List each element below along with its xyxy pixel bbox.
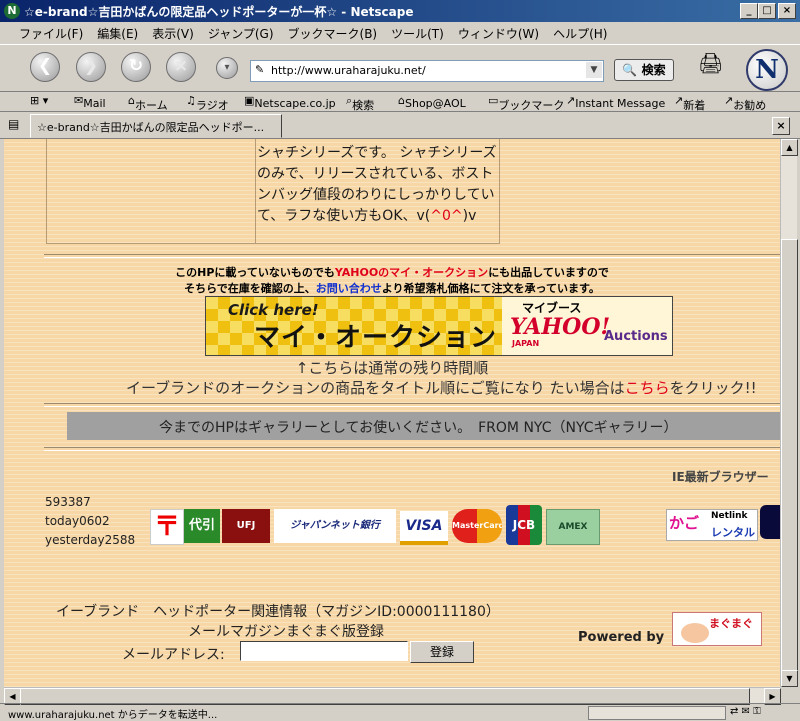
bookmark-recommend[interactable]: ↗ お勧め: [724, 94, 766, 112]
menu-bookmarks[interactable]: ブックマーク(B): [281, 22, 385, 42]
close-tab-button[interactable]: ×: [772, 117, 790, 135]
magazine-subtitle: メールマガジンまぐまぐ版登録: [188, 624, 384, 640]
bookmark-radio[interactable]: ♫ ラジオ: [186, 94, 229, 112]
yahoo-auctions-logo: マイブース YAHOO! JAPAN Auctions: [502, 297, 672, 355]
bookmark-shop[interactable]: ⌂ Shop@AOL: [398, 94, 466, 110]
counter-yesterday: yesterday2588: [45, 533, 136, 547]
japannet-bank-logo: ジャパンネット銀行: [274, 509, 396, 543]
cod-logo: 代引: [184, 509, 220, 543]
visa-logo: VISA: [400, 511, 448, 545]
counter-today: today0602: [45, 514, 110, 528]
divider: [44, 254, 780, 258]
status-text: www.uraharajuku.net からデータを転送中...: [8, 710, 218, 721]
scroll-up-icon[interactable]: ▲: [781, 139, 798, 156]
vertical-scroll-thumb[interactable]: [781, 239, 798, 681]
sidebar-icon[interactable]: ▤: [8, 117, 19, 131]
url-dropdown-icon[interactable]: ▾: [216, 57, 238, 79]
mag2-mascot-icon: [681, 623, 709, 643]
title-order-link[interactable]: こちら: [625, 379, 670, 397]
back-button[interactable]: ❮: [30, 52, 60, 82]
bookmark-search[interactable]: ⌕ 検索: [346, 94, 374, 112]
menu-help[interactable]: ヘルプ(H): [546, 22, 614, 42]
bookmark-mail[interactable]: ✉ Mail: [74, 94, 106, 110]
url-value: http://www.uraharajuku.net/: [271, 64, 426, 77]
forward-button[interactable]: ❯: [76, 52, 106, 82]
connection-icon: ⇄ ✉ ⚿: [730, 706, 761, 717]
menu-tools[interactable]: ツール(T): [384, 22, 451, 42]
tab-current[interactable]: ☆e-brand☆吉田かばんの限定品ヘッドポー...: [30, 114, 282, 138]
postal-logo: 〒: [150, 509, 184, 545]
menu-go[interactable]: ジャンプ(G): [201, 22, 281, 42]
netscape-logo[interactable]: N: [746, 49, 788, 91]
gallery-bar[interactable]: 今までのHPはギャラリーとしてお使いください。 FROM NYC（NYCギャラリ…: [67, 412, 780, 440]
scroll-down-icon[interactable]: ▼: [781, 670, 798, 687]
contact-link[interactable]: お問い合わせ: [316, 282, 382, 295]
mastercard-logo: MasterCard: [452, 509, 502, 543]
horizontal-scrollbar[interactable]: ◀ ▶: [4, 687, 781, 705]
my-auction-banner[interactable]: Click here! マイ・オークション マイブース YAHOO! JAPAN…: [205, 296, 673, 356]
email-label: メールアドレス:: [122, 647, 225, 663]
menu-file[interactable]: ファイル(F): [12, 22, 90, 42]
tab-bar: ▤ ☆e-brand☆吉田かばんの限定品ヘッドポー... ×: [0, 112, 800, 139]
menu-edit[interactable]: 編集(E): [90, 22, 145, 42]
remaining-time-note: ↑こちらは通常の残り時間順: [295, 359, 489, 377]
bookmark-im[interactable]: ↗ Instant Message: [566, 94, 665, 110]
menu-bar: ファイル(F) 編集(E) 表示(V) ジャンプ(G) ブックマーク(B) ツール(T) ウ…: [0, 22, 800, 42]
powered-by: Powered by: [578, 630, 665, 645]
counter-total: 593387: [45, 495, 91, 509]
print-icon[interactable]: 🖨: [698, 51, 724, 77]
search-icon: 🔍: [622, 63, 638, 77]
ie-globe-icon[interactable]: [760, 505, 780, 539]
yahoo-auction-link[interactable]: YAHOOのマイ・オークション: [335, 266, 488, 279]
maximize-button[interactable]: □: [758, 3, 776, 19]
product-description: シャチシリーズです。 シャチシリーズのみで、リリースされている、ボストンバッグ値…: [257, 145, 497, 224]
netlink-rental-logo[interactable]: かご Netlink レンタル: [666, 509, 758, 541]
title-order-note: イーブランドのオークションの商品をタイトル順にご覧になり たい場合はこちらをクリ…: [126, 379, 757, 397]
stop-button[interactable]: ×: [166, 52, 196, 82]
divider: [44, 447, 780, 451]
web-content: シャチシリーズです。 シャチシリーズのみで、リリースされている、ボストンバッグ値…: [4, 139, 780, 687]
close-button[interactable]: ×: [778, 3, 796, 19]
auction-notice-2: そちらで在庫を確認の上、お問い合わせより希望落札価格にて注文を承っています。: [184, 282, 600, 295]
bookmark-netscape[interactable]: ▣ Netscape.co.jp: [244, 94, 336, 110]
progress-bar: [588, 706, 726, 720]
jcb-logo: JCB: [506, 505, 542, 545]
ufj-card-logo: UFJ Card: [222, 509, 270, 543]
amex-logo: AMEX: [546, 509, 600, 545]
window-title: ☆e-brand☆吉田かばんの限定品ヘッドポーターが一杯☆ - Netscape: [24, 5, 414, 19]
netscape-icon: N: [4, 3, 20, 19]
status-bar: www.uraharajuku.net からデータを転送中... ⇄ ✉ ⚿: [0, 703, 800, 721]
email-input[interactable]: [240, 641, 408, 661]
bookmark-new[interactable]: ↗ 新着: [674, 94, 705, 112]
register-button[interactable]: 登録: [410, 641, 474, 663]
title-bar: N ☆e-brand☆吉田かばんの限定品ヘッドポーターが一杯☆ - Netsca…: [0, 0, 800, 22]
mag2-logo[interactable]: まぐまぐ: [672, 612, 762, 646]
navigation-toolbar: ❮ ❯ ↻ × ▾ ✎ http://www.uraharajuku.net/ …: [0, 44, 800, 92]
tab-label: ☆e-brand☆吉田かばんの限定品ヘッドポー...: [37, 121, 265, 134]
tab-toggle-icon[interactable]: ⊞ ▾: [30, 94, 48, 107]
url-bar[interactable]: ✎ http://www.uraharajuku.net/ ▼: [250, 60, 604, 82]
url-history-icon[interactable]: ▼: [586, 62, 602, 78]
personal-toolbar: ⊞ ▾ ✉ Mail ⌂ ホーム ♫ ラジオ ▣ Netscape.co.jp …: [0, 91, 800, 112]
vertical-scrollbar[interactable]: ▲ ▼: [780, 139, 798, 687]
search-button[interactable]: 🔍 検索: [614, 59, 674, 81]
page-icon: ✎: [255, 63, 265, 76]
menu-window[interactable]: ウィンドウ(W): [451, 22, 546, 42]
bookmark-folder[interactable]: ▭ ブックマーク: [488, 94, 564, 112]
bookmark-home[interactable]: ⌂ ホーム: [128, 94, 168, 112]
menu-view[interactable]: 表示(V): [145, 22, 201, 42]
divider: [44, 403, 780, 407]
auction-notice-1: このHPに載っていないものでもYAHOOのマイ・オークションにも出品していますの…: [175, 266, 609, 279]
minimize-button[interactable]: _: [740, 3, 758, 19]
magazine-title: イーブランド ヘッドポーター関連情報（マガジンID:0000111180）: [56, 604, 500, 620]
ie-browser-note: IE最新ブラウザー: [672, 470, 769, 484]
reload-button[interactable]: ↻: [121, 52, 151, 82]
